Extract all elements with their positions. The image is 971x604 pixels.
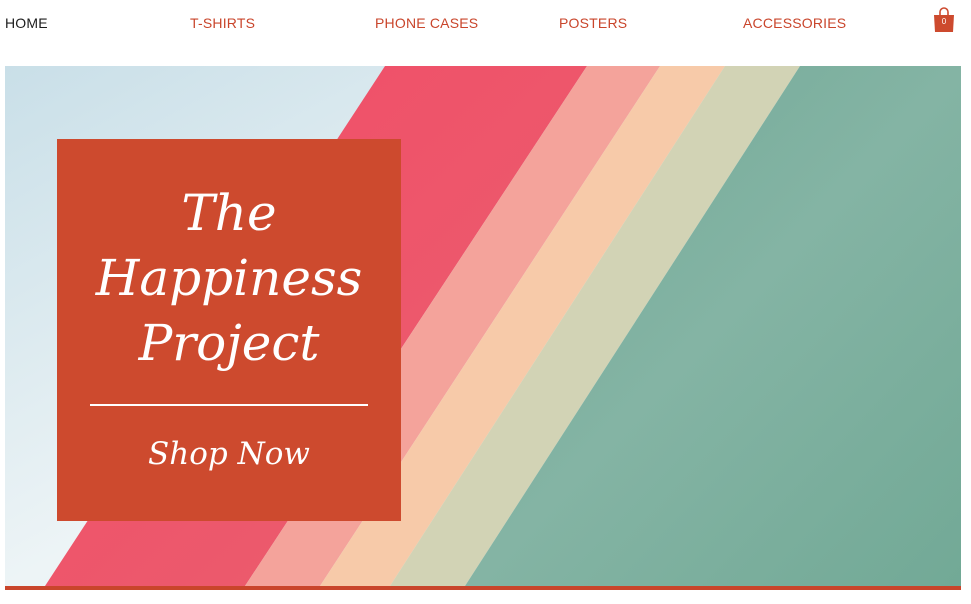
hero-title: The Happiness Project: [57, 181, 401, 376]
shop-now-link[interactable]: Shop Now: [57, 434, 401, 474]
hero-title-line: Happiness: [95, 249, 363, 307]
hero-bottom-rule: [5, 586, 961, 590]
nav-item-posters[interactable]: POSTERS: [559, 15, 627, 31]
cart-count-badge: 0: [941, 17, 947, 26]
nav-item-t-shirts[interactable]: T-SHIRTS: [190, 15, 255, 31]
promo-box: The Happiness Project Shop Now: [57, 139, 401, 521]
promo-divider: [90, 404, 368, 406]
nav-item-phone-cases[interactable]: PHONE CASES: [375, 15, 478, 31]
nav-item-home[interactable]: HOME: [5, 15, 48, 31]
hero-title-line: The: [181, 184, 277, 242]
top-navigation: HOME T-SHIRTS PHONE CASES POSTERS ACCESS…: [0, 0, 971, 60]
hero-title-line: Project: [138, 314, 320, 372]
cart-button[interactable]: 0: [933, 6, 955, 33]
nav-item-accessories[interactable]: ACCESSORIES: [743, 15, 846, 31]
